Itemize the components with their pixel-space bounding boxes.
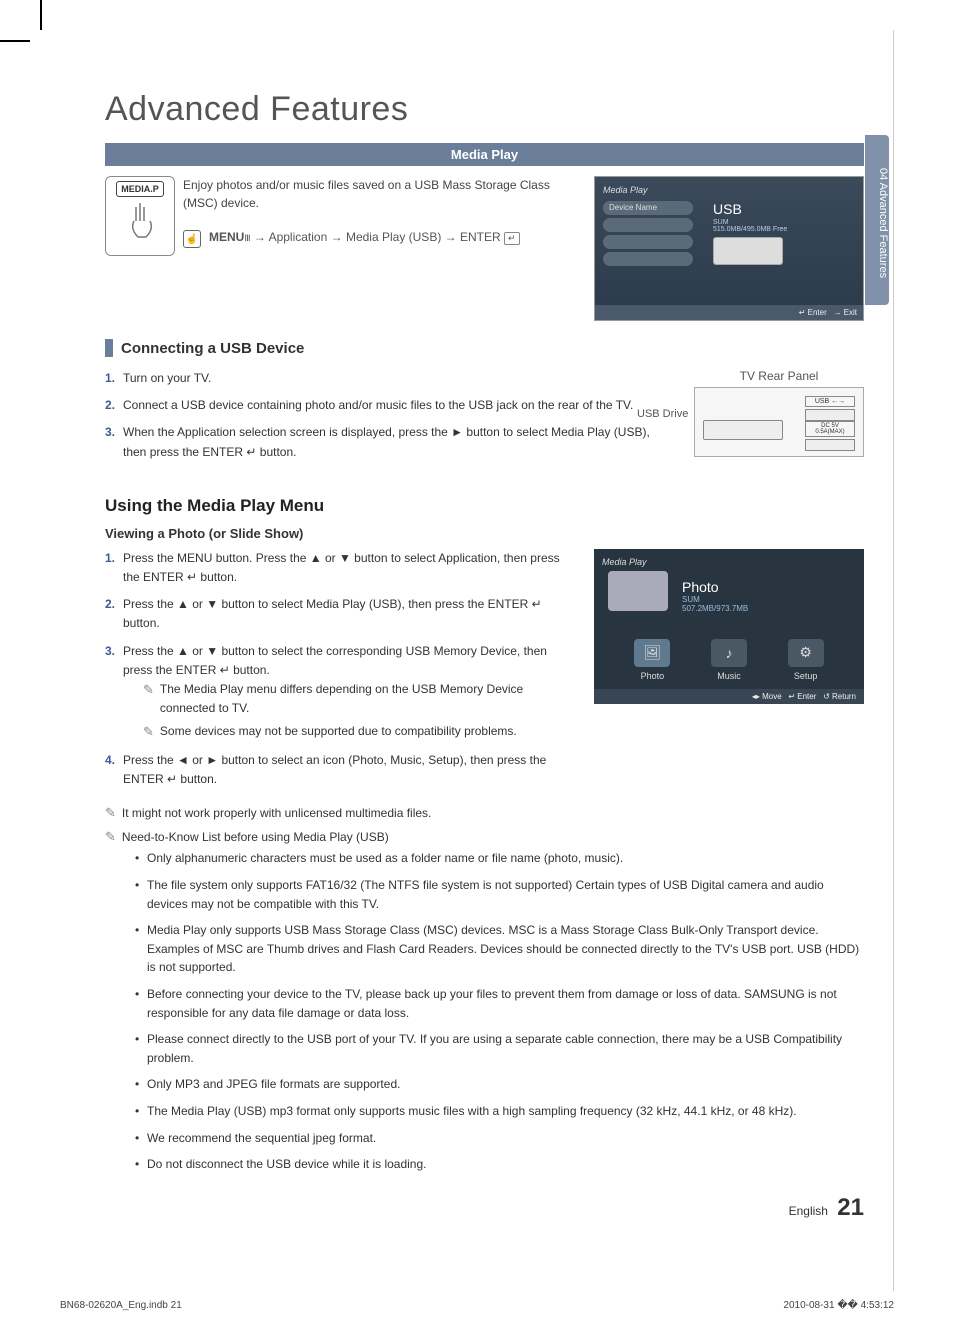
osd-media-menu: Media Play Photo SUM507.2MB/973.7MB 🖼Pho… bbox=[594, 549, 864, 704]
mediap-button-illustration: MEDIA.P bbox=[105, 176, 175, 256]
osd-slot bbox=[603, 252, 693, 266]
usb-plug-illustration bbox=[713, 237, 783, 265]
view-step-4: Press the ◄ or ► button to select an ico… bbox=[123, 753, 546, 786]
osd-slot: Device Name bbox=[603, 201, 693, 215]
print-file: BN68-02620A_Eng.indb 21 bbox=[60, 1300, 182, 1311]
viewing-subheading: Viewing a Photo (or Slide Show) bbox=[105, 526, 864, 541]
know-item: The file system only supports FAT16/32 (… bbox=[135, 876, 864, 913]
connecting-heading: Connecting a USB Device bbox=[121, 340, 304, 357]
osd-setup-tab: ⚙Setup bbox=[776, 639, 836, 681]
osd-free: 515.0MB/495.0MB Free bbox=[713, 226, 787, 233]
know-item: Before connecting your device to the TV,… bbox=[135, 985, 864, 1022]
know-list: Only alphanumeric characters must be use… bbox=[105, 849, 864, 1173]
page-footer: English 21 bbox=[105, 1194, 864, 1222]
osd-usb-label: USB bbox=[713, 201, 787, 217]
enter-icon: ↵ bbox=[504, 232, 520, 245]
osd-slot bbox=[603, 218, 693, 232]
osd-brand: Media Play bbox=[603, 185, 855, 195]
osd-enter: ↵ Enter bbox=[799, 308, 827, 317]
page-number: 21 bbox=[837, 1194, 864, 1221]
view-subnote-1: The Media Play menu differs depending on… bbox=[143, 680, 576, 718]
know-item: Do not disconnect the USB device while i… bbox=[135, 1155, 864, 1174]
section-header: Media Play bbox=[105, 143, 864, 166]
view-step-1: Press the MENU button. Press the ▲ or ▼ … bbox=[123, 551, 560, 584]
rear-panel-title: TV Rear Panel bbox=[694, 369, 864, 383]
know-item: Only MP3 and JPEG file formats are suppo… bbox=[135, 1075, 864, 1094]
usb-port-figure: USB ←→ DC 5V 0.5A(MAX) bbox=[805, 396, 855, 451]
usb-stick-illustration bbox=[703, 420, 783, 440]
osd-sum: SUM bbox=[713, 219, 787, 226]
view-step-3: Press the ▲ or ▼ button to select the co… bbox=[123, 644, 547, 677]
view-subnote-2: Some devices may not be supported due to… bbox=[143, 722, 576, 743]
osd-music-tab: ♪Music bbox=[699, 639, 759, 681]
using-heading: Using the Media Play Menu bbox=[105, 496, 864, 516]
menu-path: ☝ MENUⅢ → Application → Media Play (USB)… bbox=[183, 230, 574, 248]
usb-drive-label: USB Drive bbox=[637, 408, 688, 420]
osd-enter: ↵ Enter bbox=[788, 692, 816, 701]
hand-cursor-icon bbox=[120, 197, 160, 245]
know-item: Only alphanumeric characters must be use… bbox=[135, 849, 864, 868]
osd-photo-tab: 🖼Photo bbox=[622, 639, 682, 681]
osd-brand: Media Play bbox=[602, 557, 856, 567]
conn-step-2: Connect a USB device containing photo an… bbox=[123, 398, 633, 412]
osd-slot bbox=[603, 235, 693, 249]
osd-device-select: Media Play Device Name USB SUM 515.0MB/4… bbox=[594, 176, 864, 321]
mediap-label: MEDIA.P bbox=[116, 181, 164, 197]
know-item: Media Play only supports USB Mass Storag… bbox=[135, 921, 864, 977]
view-step-2: Press the ▲ or ▼ button to select Media … bbox=[123, 597, 542, 630]
osd-move: ◂▸ Move bbox=[752, 692, 782, 701]
camera-icon bbox=[608, 571, 668, 611]
know-item: We recommend the sequential jpeg format. bbox=[135, 1129, 864, 1148]
osd-photo-title: Photo bbox=[682, 579, 856, 595]
note-know-list: Need-to-Know List before using Media Pla… bbox=[105, 829, 864, 845]
know-item: Please connect directly to the USB port … bbox=[135, 1030, 864, 1067]
remote-icon: ☝ bbox=[183, 230, 201, 248]
conn-step-3: When the Application selection screen is… bbox=[123, 425, 650, 458]
subhead-accent bbox=[105, 339, 113, 357]
note-unlicensed: It might not work properly with unlicens… bbox=[105, 805, 864, 821]
page-title: Advanced Features bbox=[105, 90, 864, 129]
know-item: The Media Play (USB) mp3 format only sup… bbox=[135, 1102, 864, 1121]
rear-panel-figure: USB Drive USB ←→ DC 5V 0.5A(MAX) bbox=[694, 387, 864, 457]
conn-step-1: Turn on your TV. bbox=[123, 371, 211, 385]
print-timestamp: 2010-08-31 �� 4:53:12 bbox=[783, 1300, 894, 1311]
intro-description: Enjoy photos and/or music files saved on… bbox=[183, 176, 574, 212]
osd-return: ↺ Return bbox=[823, 692, 856, 701]
osd-exit: → Exit bbox=[833, 308, 857, 317]
